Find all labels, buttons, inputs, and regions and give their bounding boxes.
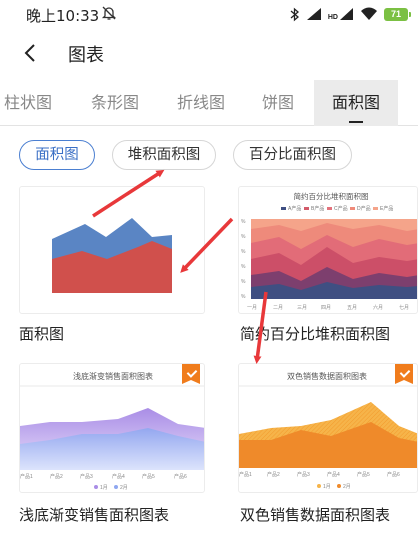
legend-label-c: C产品 xyxy=(334,205,348,212)
x-tick: 产品4 xyxy=(112,473,125,480)
legend-label: 2月 xyxy=(120,485,128,491)
tab-label: 折线图 xyxy=(176,93,225,112)
tab-label: 面积图 xyxy=(331,93,380,112)
chip-label: 堆积面积图 xyxy=(127,147,201,163)
alarm-off-icon xyxy=(101,6,117,20)
legend-label: 1月 xyxy=(100,485,108,491)
chip-stacked-area-chart[interactable]: 堆积面积图 xyxy=(112,140,216,170)
x-tick: 六月 xyxy=(373,304,383,311)
back-arrow-icon[interactable] xyxy=(20,42,42,64)
chip-percent-area-chart[interactable]: 百分比面积图 xyxy=(233,140,352,170)
preview-title: 浅底渐变销售面积图表 xyxy=(73,371,153,381)
x-tick: 产品5 xyxy=(142,473,155,480)
status-bar: 晚上10:33 HD 71 xyxy=(0,0,418,28)
x-tick: 产品2 xyxy=(50,473,63,480)
legend-swatch xyxy=(114,485,118,489)
status-time: 晚上10:33 xyxy=(26,7,100,25)
hd-signal: HD xyxy=(328,7,354,21)
template-card-percent-stacked-area[interactable]: 简约百分比堆积面积图 A产品 B产品 C产品 D产品 E产品 % % % % %… xyxy=(238,186,418,314)
legend-swatch-c xyxy=(327,207,332,210)
legend-swatch-b xyxy=(304,207,309,210)
x-tick: 产品6 xyxy=(174,473,187,480)
y-tick: % xyxy=(241,219,246,225)
template-card-two-color-area[interactable]: 双色销售数据面积图表 产品1 产品2 产品3 产品4 产品5 产品6 1月 2月 xyxy=(238,363,418,493)
x-tick: 产品3 xyxy=(80,473,93,480)
x-tick: 产品1 xyxy=(20,473,33,480)
gradient-area-preview: 浅底渐变销售面积图表 产品1 产品2 产品3 产品4 产品5 产品6 1月 2月 xyxy=(20,371,204,491)
x-tick: 四月 xyxy=(321,305,331,311)
x-axis-ticks: 一月 二月 三月 四月 五月 六月 七月 xyxy=(247,304,409,311)
preview-title: 简约百分比堆积面积图 xyxy=(294,191,369,201)
x-tick: 五月 xyxy=(347,305,357,311)
legend-swatch xyxy=(317,484,321,488)
x-tick: 产品2 xyxy=(267,471,280,478)
battery-icon: 71 xyxy=(384,7,411,21)
legend-swatch-a xyxy=(281,207,286,210)
app-header: 图表 xyxy=(0,30,418,76)
two-color-area-preview: 双色销售数据面积图表 产品1 产品2 产品3 产品4 产品5 产品6 1月 2月 xyxy=(239,371,417,490)
tab-label: 条形图 xyxy=(90,93,139,112)
x-tick: 七月 xyxy=(399,304,409,311)
y-tick: % xyxy=(241,294,246,300)
x-tick: 产品3 xyxy=(297,471,310,478)
tab-line-chart[interactable]: 折线图 xyxy=(170,80,232,126)
status-icons: HD 71 xyxy=(290,5,411,23)
tab-label: 饼图 xyxy=(261,93,294,112)
x-tick: 二月 xyxy=(273,305,283,311)
chip-area-chart[interactable]: 面积图 xyxy=(19,140,95,170)
legend: 1月 2月 xyxy=(94,485,128,491)
category-tabs: 柱状图 条形图 折线图 饼图 面积图 xyxy=(0,80,418,126)
page-title: 图表 xyxy=(68,45,104,66)
preview-title: 双色销售数据面积图表 xyxy=(287,371,367,381)
x-tick: 产品5 xyxy=(357,471,370,478)
y-tick: % xyxy=(241,249,246,255)
x-tick: 产品6 xyxy=(387,471,400,478)
x-tick: 一月 xyxy=(247,305,257,311)
x-tick: 产品4 xyxy=(327,471,340,478)
legend-swatch-d xyxy=(350,207,355,210)
legend-swatch-e xyxy=(373,207,378,210)
legend-swatch xyxy=(94,485,98,489)
y-tick: % xyxy=(241,234,246,240)
active-tab-indicator xyxy=(349,121,363,123)
legend: A产品 B产品 C产品 D产品 E产品 xyxy=(281,205,393,212)
card-label: 面积图 xyxy=(19,325,65,343)
battery-level: 71 xyxy=(390,9,401,19)
tab-label: 柱状图 xyxy=(3,93,52,112)
legend-label-a: A产品 xyxy=(288,205,301,212)
template-card-area-chart[interactable] xyxy=(19,186,205,314)
chip-label: 面积图 xyxy=(35,147,79,163)
legend: 1月 2月 xyxy=(317,484,351,490)
x-tick: 产品1 xyxy=(239,471,252,478)
hd-label: HD xyxy=(327,14,338,21)
tab-pie-chart[interactable]: 饼图 xyxy=(254,80,302,126)
legend-label: 1月 xyxy=(323,484,331,490)
legend-swatch xyxy=(337,484,341,488)
chip-label: 百分比面积图 xyxy=(249,147,336,163)
card-label: 简约百分比堆积面积图 xyxy=(240,325,391,343)
bluetooth-icon xyxy=(290,7,299,21)
card-label: 双色销售数据面积图表 xyxy=(240,506,391,524)
legend-label-e: E产品 xyxy=(380,205,393,212)
legend-label-b: B产品 xyxy=(311,205,324,212)
card-label: 浅底渐变销售面积图表 xyxy=(19,506,170,524)
wifi-icon xyxy=(361,7,377,20)
tab-bar-chart[interactable]: 柱状图 xyxy=(0,80,56,126)
tab-horizontal-bar-chart[interactable]: 条形图 xyxy=(84,80,146,126)
y-tick: % xyxy=(241,279,246,285)
x-axis-ticks: 产品1 产品2 产品3 产品4 产品5 产品6 xyxy=(20,473,187,480)
legend-label: 2月 xyxy=(343,484,351,490)
percent-stacked-area-preview: 简约百分比堆积面积图 A产品 B产品 C产品 D产品 E产品 % % % % %… xyxy=(241,191,417,311)
signal-icon xyxy=(306,8,321,20)
x-axis-ticks: 产品1 产品2 产品3 产品4 产品5 产品6 xyxy=(239,471,400,478)
y-axis-ticks: % % % % % % xyxy=(241,219,246,300)
x-tick: 三月 xyxy=(297,305,307,311)
tab-area-chart[interactable]: 面积图 xyxy=(314,80,398,126)
signal-icon-2 xyxy=(340,8,353,20)
template-card-gradient-area[interactable]: 浅底渐变销售面积图表 产品1 产品2 产品3 产品4 产品5 产品6 1月 2月 xyxy=(19,363,205,493)
area-chart-preview xyxy=(52,218,172,293)
legend-label-d: D产品 xyxy=(357,205,371,212)
y-tick: % xyxy=(241,264,246,270)
